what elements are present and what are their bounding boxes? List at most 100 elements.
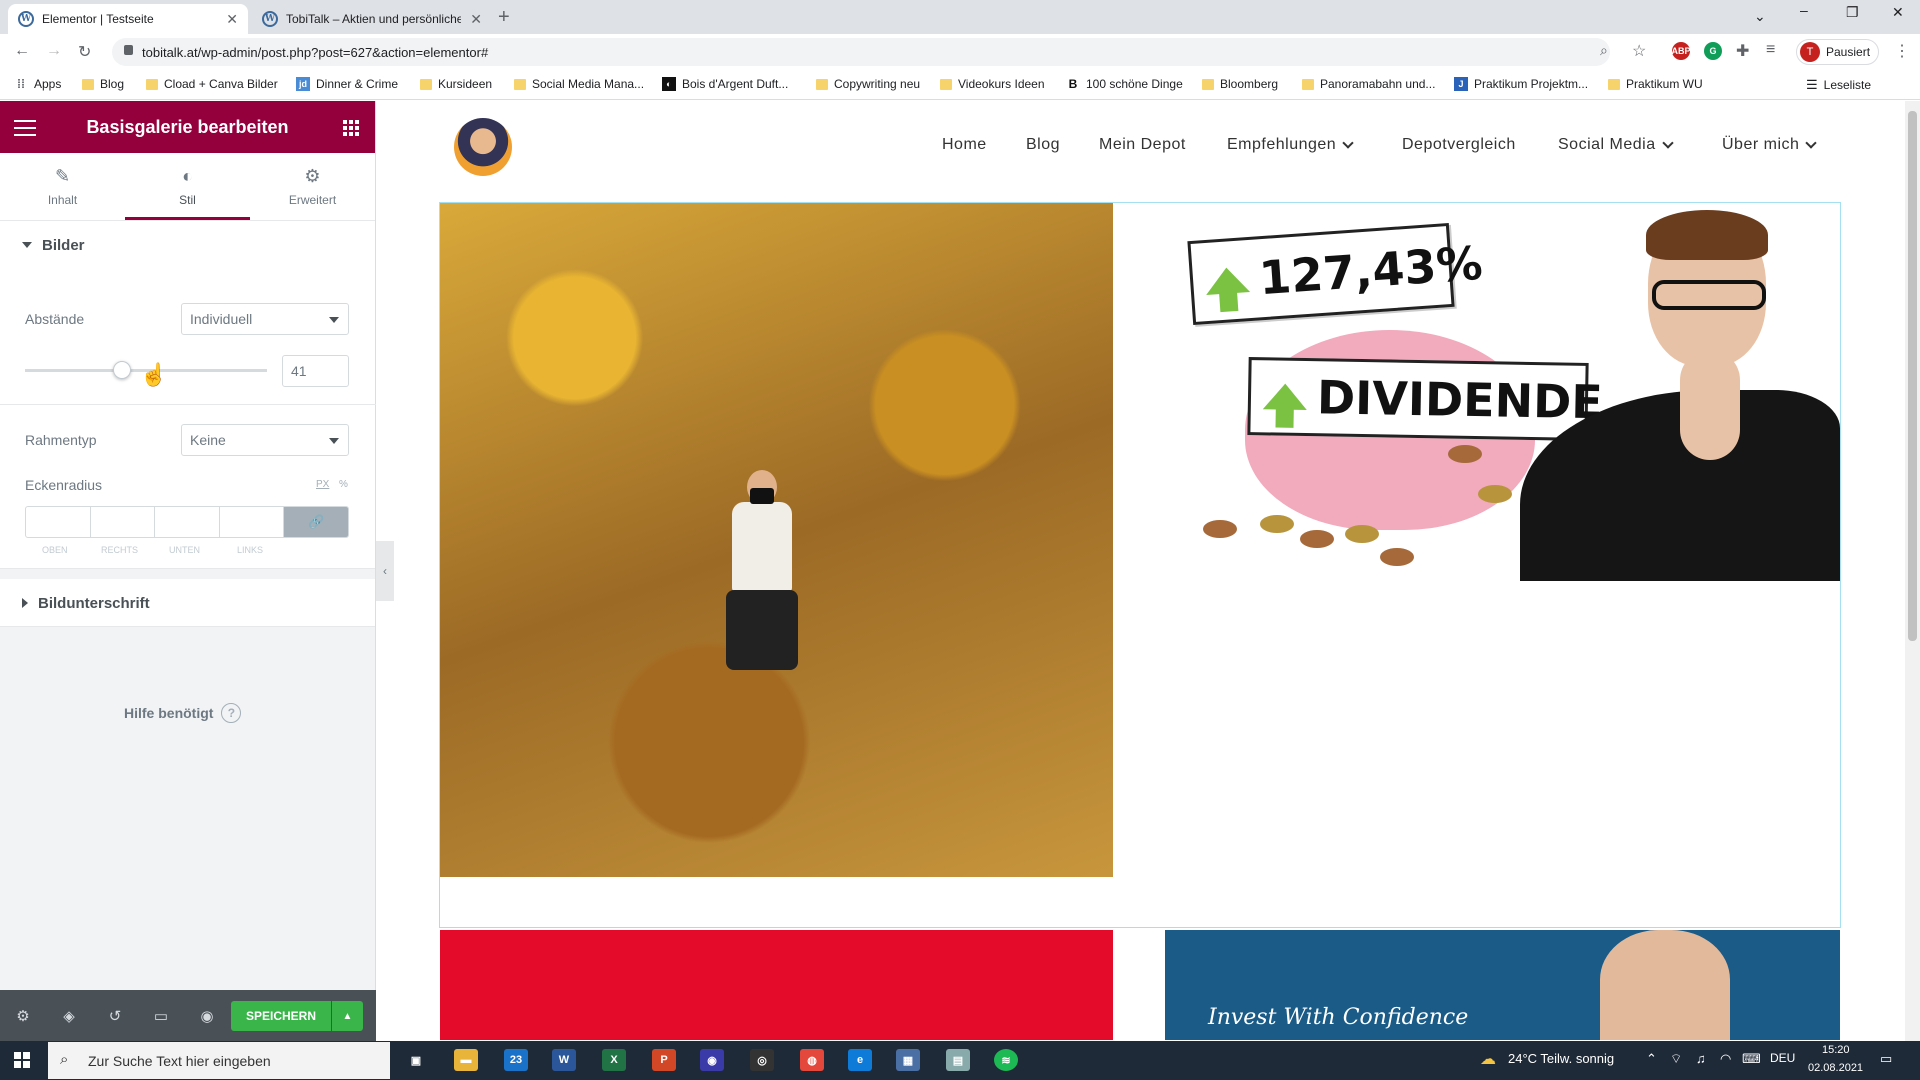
save-options-caret-icon[interactable]: ▲	[332, 1001, 363, 1031]
history-icon[interactable]: ↺	[92, 1007, 138, 1025]
file-explorer-icon[interactable]: ▬	[454, 1049, 478, 1071]
close-tab-icon[interactable]: ✕	[470, 11, 482, 28]
link-values-icon[interactable]: 🔗	[284, 507, 348, 537]
menu-social-media[interactable]: Social Media	[1558, 136, 1674, 154]
menu-blog[interactable]: Blog	[1026, 136, 1060, 154]
windows-start-icon[interactable]	[14, 1052, 30, 1068]
calculator-icon[interactable]: ▦	[896, 1049, 920, 1071]
tray-chevron-icon[interactable]: ⌃	[1646, 1051, 1657, 1067]
adblock-icon[interactable]: ABP	[1672, 42, 1691, 60]
tab-tobitalk[interactable]: W TobiTalk – Aktien und persönliche ✕	[252, 4, 492, 34]
keyboard-icon[interactable]: ⌨	[1742, 1051, 1761, 1067]
close-window-icon[interactable]: ✕	[1892, 4, 1904, 21]
bookmark-panorama[interactable]: Panoramabahn und...	[1302, 77, 1435, 91]
powerpoint-icon[interactable]: P	[652, 1049, 676, 1071]
spacing-slider-handle[interactable]	[113, 361, 131, 379]
bookmark-apps[interactable]: ⁞⁞ Apps	[14, 77, 61, 91]
spacing-number-input[interactable]: 41	[282, 355, 349, 387]
save-button[interactable]: SPEICHERN	[231, 1001, 331, 1031]
mail-icon[interactable]: 23	[504, 1049, 528, 1071]
site-logo[interactable]	[454, 118, 512, 176]
extensions-icon[interactable]: ✚	[1736, 41, 1749, 61]
notifications-icon[interactable]: ▭	[1880, 1051, 1892, 1067]
bookmark-kursideen[interactable]: Kursideen	[420, 77, 492, 91]
bookmark-dinner[interactable]: jd Dinner & Crime	[296, 77, 398, 91]
widgets-grid-icon[interactable]	[343, 120, 359, 136]
minimize-icon[interactable]: –	[1800, 2, 1808, 18]
weather-text[interactable]: 24°C Teilw. sonnig	[1508, 1051, 1614, 1066]
menu-mein-depot[interactable]: Mein Depot	[1099, 136, 1186, 154]
clock-time[interactable]: 15:20	[1822, 1044, 1850, 1056]
spacing-select[interactable]: Individuell	[181, 303, 349, 335]
radius-top-input[interactable]	[26, 507, 91, 537]
taskbar-search[interactable]: ⌕ Zur Suche Text hier eingeben	[48, 1042, 390, 1079]
bookmark-dinge[interactable]: B 100 schöne Dinge	[1066, 77, 1183, 91]
reading-list[interactable]: ☰ Leseliste	[1806, 77, 1871, 93]
preview-eye-icon[interactable]: ◉	[184, 1007, 230, 1025]
tab-stil[interactable]: ◐ Stil	[125, 153, 250, 220]
clock-date[interactable]: 02.08.2021	[1808, 1062, 1863, 1074]
maximize-icon[interactable]: ❐	[1846, 4, 1859, 21]
star-icon[interactable]: ☆	[1632, 41, 1646, 61]
address-bar[interactable]: tobitalk.at/wp-admin/post.php?post=627&a…	[112, 38, 1610, 66]
menu-empfehlungen[interactable]: Empfehlungen	[1227, 136, 1354, 154]
grammarly-icon[interactable]: G	[1704, 42, 1722, 60]
radius-left-input[interactable]	[220, 507, 285, 537]
excel-icon[interactable]: X	[602, 1049, 626, 1071]
menu-dots-icon[interactable]: ⋮	[1894, 41, 1910, 61]
media-icon[interactable]: ≡	[1766, 41, 1775, 59]
menu-ueber-mich[interactable]: Über mich	[1722, 136, 1818, 154]
bookmark-videokurs[interactable]: Videokurs Ideen	[940, 77, 1045, 91]
edge-icon[interactable]: e	[848, 1049, 872, 1071]
word-icon[interactable]: W	[552, 1049, 576, 1071]
network-icon[interactable]: ⌔	[1670, 1051, 1682, 1067]
navigator-icon[interactable]: ◈	[46, 1007, 92, 1025]
bookmark-social[interactable]: Social Media Mana...	[514, 77, 644, 91]
new-tab-icon[interactable]: +	[498, 6, 510, 29]
settings-icon[interactable]: ⚙	[0, 1007, 46, 1025]
unit-percent[interactable]: %	[339, 479, 348, 490]
section-caption-toggle[interactable]: Bildunterschrift	[0, 579, 375, 627]
radius-right-input[interactable]	[91, 507, 156, 537]
bookmark-blog[interactable]: Blog	[82, 77, 124, 91]
obs-icon[interactable]: ◎	[750, 1049, 774, 1071]
collapse-panel-toggle[interactable]: ‹	[376, 541, 394, 601]
menu-home[interactable]: Home	[942, 136, 987, 154]
tab-elementor[interactable]: W Elementor | Testseite ✕	[8, 4, 248, 34]
bookmark-praktikum-wu[interactable]: Praktikum WU	[1608, 77, 1703, 91]
help-link[interactable]: Hilfe benötigt?	[124, 703, 242, 723]
notepad-icon[interactable]: ▤	[946, 1049, 970, 1071]
bookmark-copywriting[interactable]: Copywriting neu	[816, 77, 920, 91]
tab-erweitert[interactable]: ⚙ Erweitert	[250, 153, 375, 220]
profile-button[interactable]: T Pausiert	[1796, 39, 1880, 65]
radius-bottom-input[interactable]	[155, 507, 220, 537]
chrome-icon[interactable]: ◍	[800, 1049, 824, 1071]
tab-inhalt[interactable]: ✎ Inhalt	[0, 153, 125, 220]
spotify-icon[interactable]: ≋	[994, 1049, 1018, 1071]
menu-depotvergleich[interactable]: Depotvergleich	[1402, 136, 1516, 154]
responsive-icon[interactable]: ▭	[138, 1007, 184, 1025]
bookmark-bois[interactable]: ◐ Bois d'Argent Duft...	[662, 77, 788, 91]
close-tab-icon[interactable]: ✕	[226, 11, 238, 28]
section-bilder-toggle[interactable]: Bilder	[0, 221, 375, 269]
hamburger-menu-icon[interactable]	[14, 120, 36, 141]
page-scrollbar[interactable]	[1905, 101, 1920, 1041]
language-indicator[interactable]: DEU	[1770, 1051, 1795, 1065]
gallery-image-red[interactable]	[440, 930, 1113, 1040]
task-view-icon[interactable]: ▣	[404, 1049, 428, 1071]
bookmark-bloomberg[interactable]: Bloomberg	[1202, 77, 1278, 91]
bookmark-label: Praktikum WU	[1626, 77, 1703, 91]
unit-px[interactable]: PX	[316, 479, 329, 490]
volume-icon[interactable]: ♫	[1696, 1051, 1706, 1066]
forward-icon[interactable]: →	[46, 42, 62, 60]
zoom-icon[interactable]: ⌕	[1600, 42, 1608, 59]
back-icon[interactable]: ←	[14, 42, 30, 60]
wifi-icon[interactable]: ◠	[1720, 1051, 1731, 1067]
reload-icon[interactable]: ↻	[78, 42, 91, 62]
bookmark-praktikum-projekt[interactable]: J Praktikum Projektm...	[1454, 77, 1588, 91]
scrollbar-thumb[interactable]	[1908, 111, 1917, 641]
border-type-select[interactable]: Keine	[181, 424, 349, 456]
app-icon[interactable]: ◉	[700, 1049, 724, 1071]
tab-search-icon[interactable]: ⌄	[1754, 8, 1766, 25]
bookmark-canva[interactable]: Cload + Canva Bilder	[146, 77, 278, 91]
